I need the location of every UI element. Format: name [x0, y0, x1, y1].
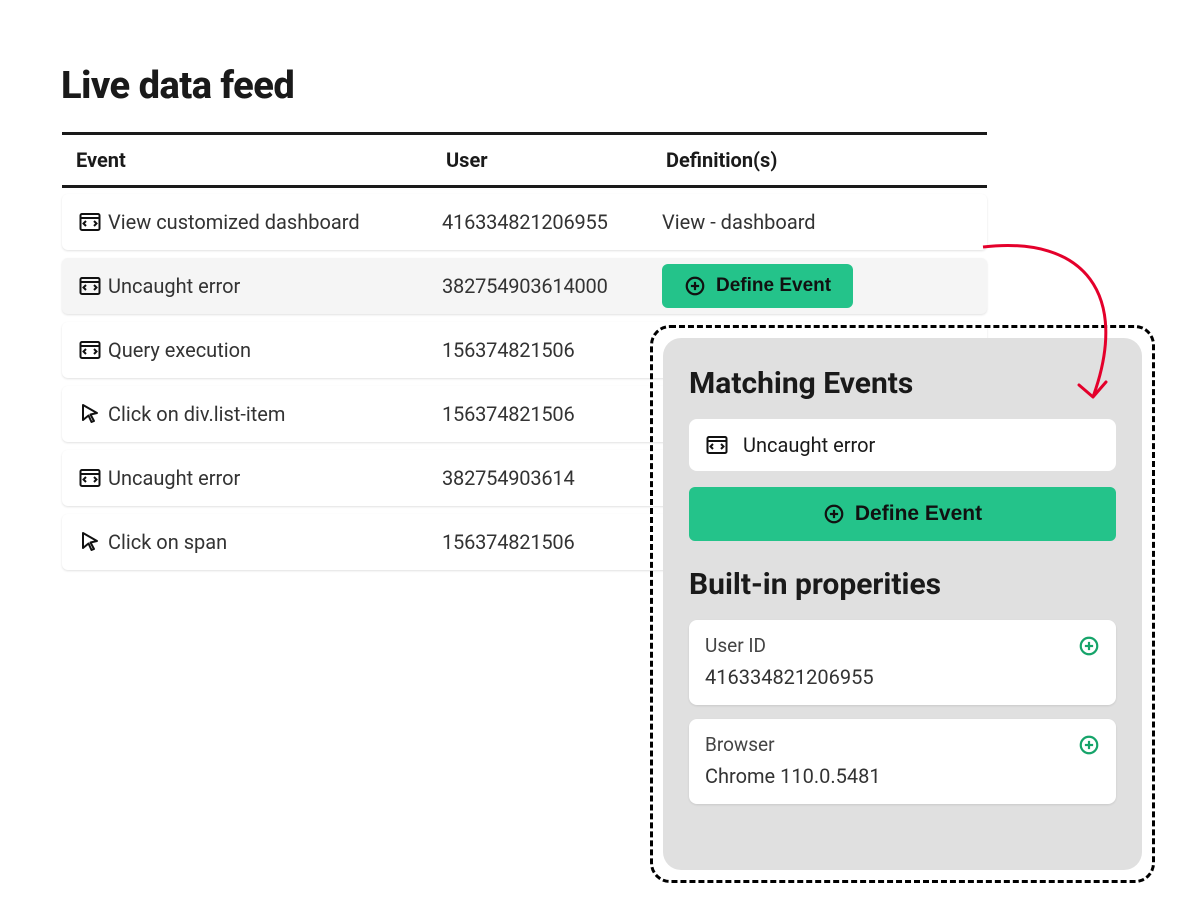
event-name: View customized dashboard	[108, 210, 442, 234]
code-icon	[705, 433, 729, 457]
event-name: Query execution	[108, 338, 442, 362]
page-title: Live data feed	[61, 64, 294, 108]
cursor-icon	[72, 530, 108, 554]
table-header: Event User Definition(s)	[62, 132, 987, 188]
property-value: Chrome 110.0.5481	[705, 764, 1100, 788]
event-name: Uncaught error	[108, 274, 442, 298]
built-in-properties-heading: Built-in properities	[689, 567, 1116, 602]
details-panel: Matching Events Uncaught error Define Ev…	[663, 338, 1142, 870]
add-property-button[interactable]	[1078, 635, 1100, 657]
user-id: 382754903614	[442, 466, 662, 490]
code-icon	[72, 466, 108, 490]
property-label: Browser	[705, 733, 775, 756]
col-definitions: Definition(s)	[666, 148, 987, 172]
details-panel-outline: Matching Events Uncaught error Define Ev…	[650, 325, 1155, 883]
user-id: 156374821506	[442, 530, 662, 554]
plus-circle-icon	[684, 275, 706, 297]
code-icon	[72, 274, 108, 298]
add-property-button[interactable]	[1078, 734, 1100, 756]
code-icon	[72, 338, 108, 362]
define-event-button-panel[interactable]: Define Event	[689, 487, 1116, 541]
cursor-icon	[72, 402, 108, 426]
define-event-label: Define Event	[855, 502, 982, 526]
col-event: Event	[76, 148, 446, 172]
event-name: Uncaught error	[108, 466, 442, 490]
event-name: Click on span	[108, 530, 442, 554]
table-row[interactable]: View customized dashboard416334821206955…	[62, 194, 987, 250]
property-card: User ID 416334821206955	[689, 620, 1116, 705]
definition-cell: View - dashboard	[662, 210, 987, 234]
property-value: 416334821206955	[705, 665, 1100, 689]
property-card: Browser Chrome 110.0.5481	[689, 719, 1116, 804]
user-id: 382754903614000	[442, 274, 662, 298]
user-id: 416334821206955	[442, 210, 662, 234]
define-event-button[interactable]: Define Event	[662, 264, 853, 308]
matching-event-pill[interactable]: Uncaught error	[689, 419, 1116, 471]
col-user: User	[446, 148, 666, 172]
matching-event-label: Uncaught error	[743, 433, 875, 457]
code-icon	[72, 210, 108, 234]
definition-cell: Define Event	[662, 264, 987, 308]
plus-circle-icon	[823, 503, 845, 525]
definition-text: View - dashboard	[662, 210, 816, 234]
matching-events-heading: Matching Events	[689, 366, 1116, 401]
define-event-label: Define Event	[716, 275, 831, 297]
property-label: User ID	[705, 634, 766, 657]
table-row[interactable]: Uncaught error382754903614000 Define Even…	[62, 258, 987, 314]
user-id: 156374821506	[442, 338, 662, 362]
user-id: 156374821506	[442, 402, 662, 426]
event-name: Click on div.list-item	[108, 402, 442, 426]
